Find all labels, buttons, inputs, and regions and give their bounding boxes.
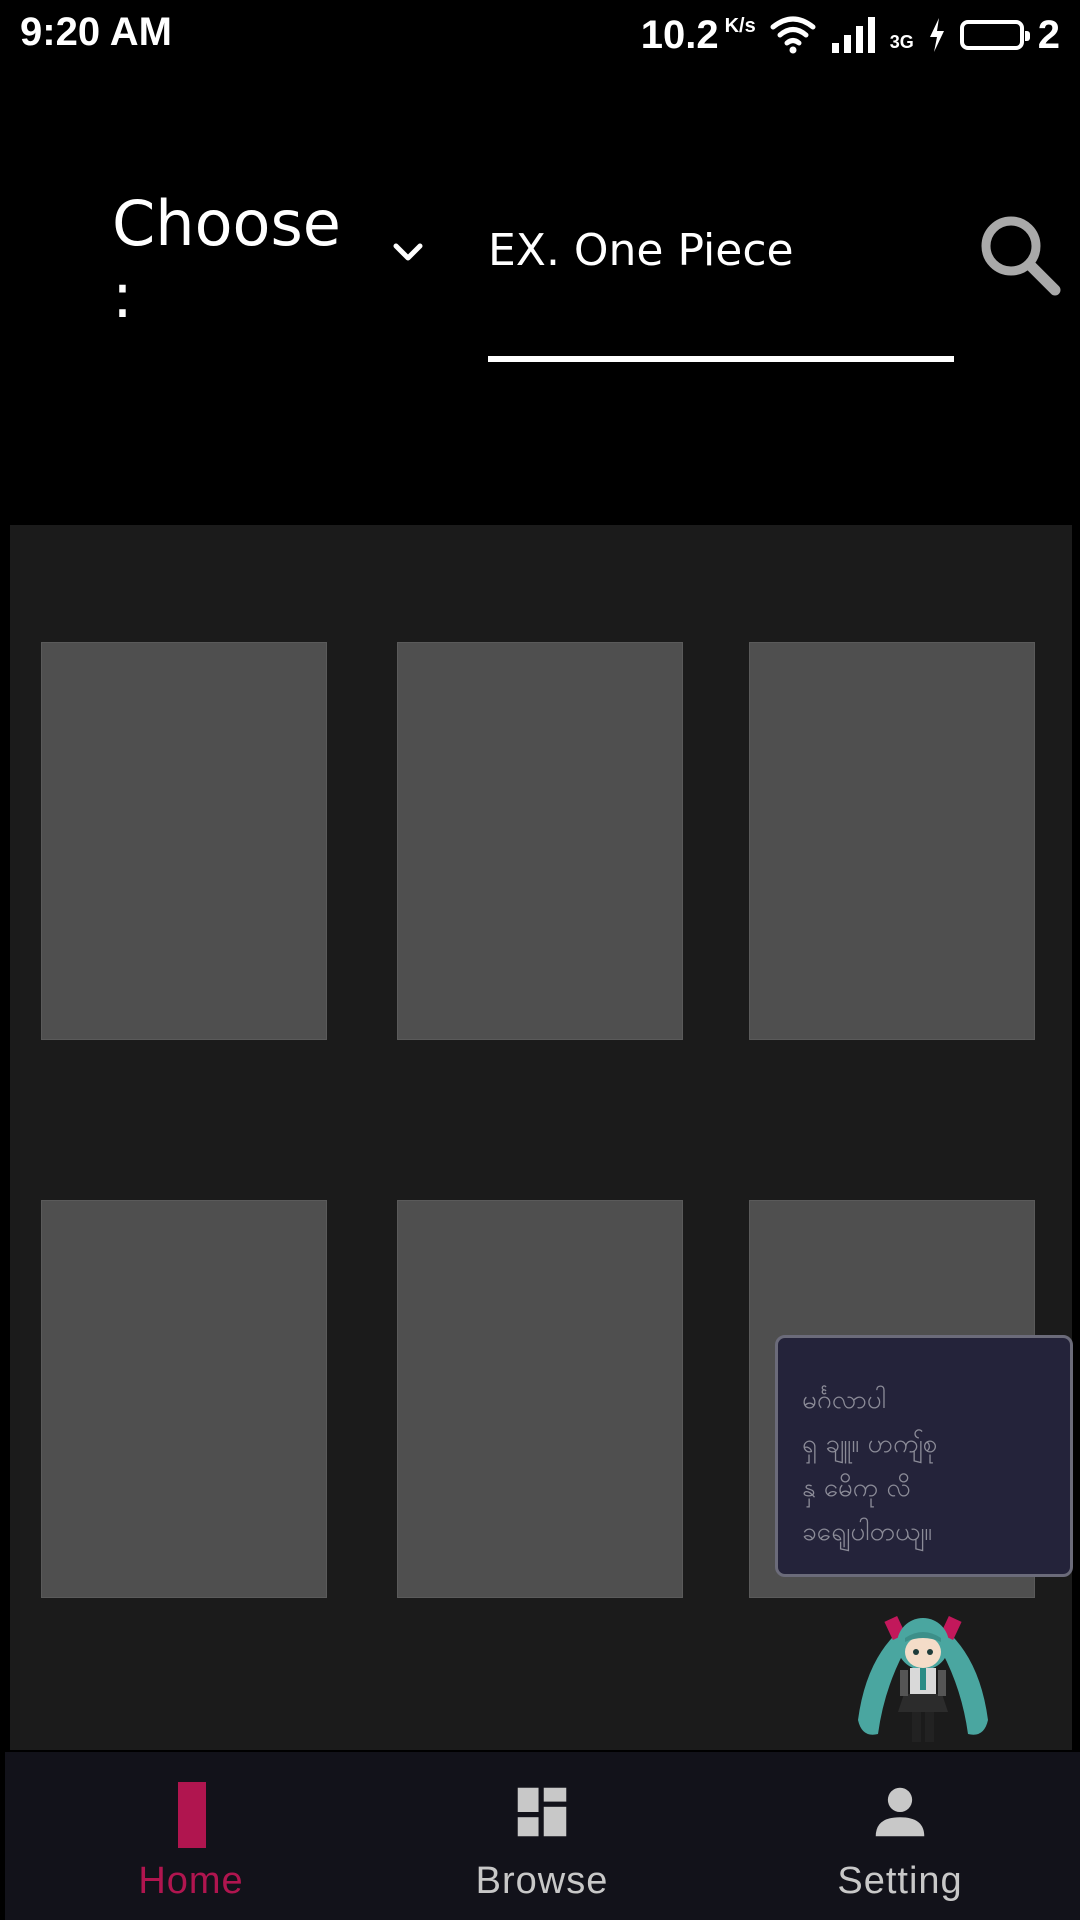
placeholder-card[interactable] — [749, 642, 1035, 1040]
battery-level: 2 — [1037, 12, 1060, 57]
status-indicators: 10.2 K/s 3G 2 — [641, 10, 1060, 60]
nav-label-setting: Setting — [837, 1860, 963, 1902]
placeholder-card[interactable] — [397, 642, 683, 1040]
mascot-speech-bubble: မင်္ဂလာပါ ရှ ချူ။ ဟကျ်စု နှ မေိကု လိ ခရျ… — [775, 1335, 1073, 1577]
placeholder-card[interactable] — [397, 1200, 683, 1598]
category-dropdown-label[interactable]: Choose : — [112, 188, 342, 332]
battery-icon — [959, 20, 1030, 50]
nav-item-browse[interactable]: Browse — [363, 1752, 721, 1920]
search-icon[interactable] — [975, 210, 1065, 300]
bottom-navigation: Home Browse Setting — [5, 1752, 1080, 1920]
search-input-underline — [488, 356, 954, 362]
mascot-character-icon[interactable] — [848, 1600, 998, 1750]
home-icon — [178, 1782, 206, 1848]
nav-label-browse: Browse — [475, 1860, 609, 1902]
wifi-icon — [770, 16, 816, 54]
nav-item-home[interactable]: Home — [12, 1752, 370, 1920]
network-speed-unit: K/s — [724, 14, 756, 37]
header: Choose : — [0, 70, 1080, 525]
network-type: 3G — [889, 31, 914, 52]
placeholder-card[interactable] — [41, 642, 327, 1040]
search-input[interactable] — [488, 210, 954, 290]
placeholder-card[interactable] — [41, 1200, 327, 1598]
nav-label-home: Home — [138, 1860, 244, 1902]
network-speed-value: 10.2 — [640, 12, 719, 57]
status-bar: 9:20 AM 10.2 K/s 3G 2 — [0, 0, 1080, 70]
chevron-down-icon[interactable] — [386, 230, 430, 274]
signal-icon — [831, 17, 875, 53]
dashboard-icon — [517, 1787, 567, 1837]
status-time: 9:20 AM — [20, 10, 172, 54]
person-icon — [875, 1787, 925, 1837]
nav-item-setting[interactable]: Setting — [721, 1752, 1079, 1920]
charging-icon — [929, 18, 944, 52]
network-speed: 10.2 K/s — [641, 13, 756, 58]
